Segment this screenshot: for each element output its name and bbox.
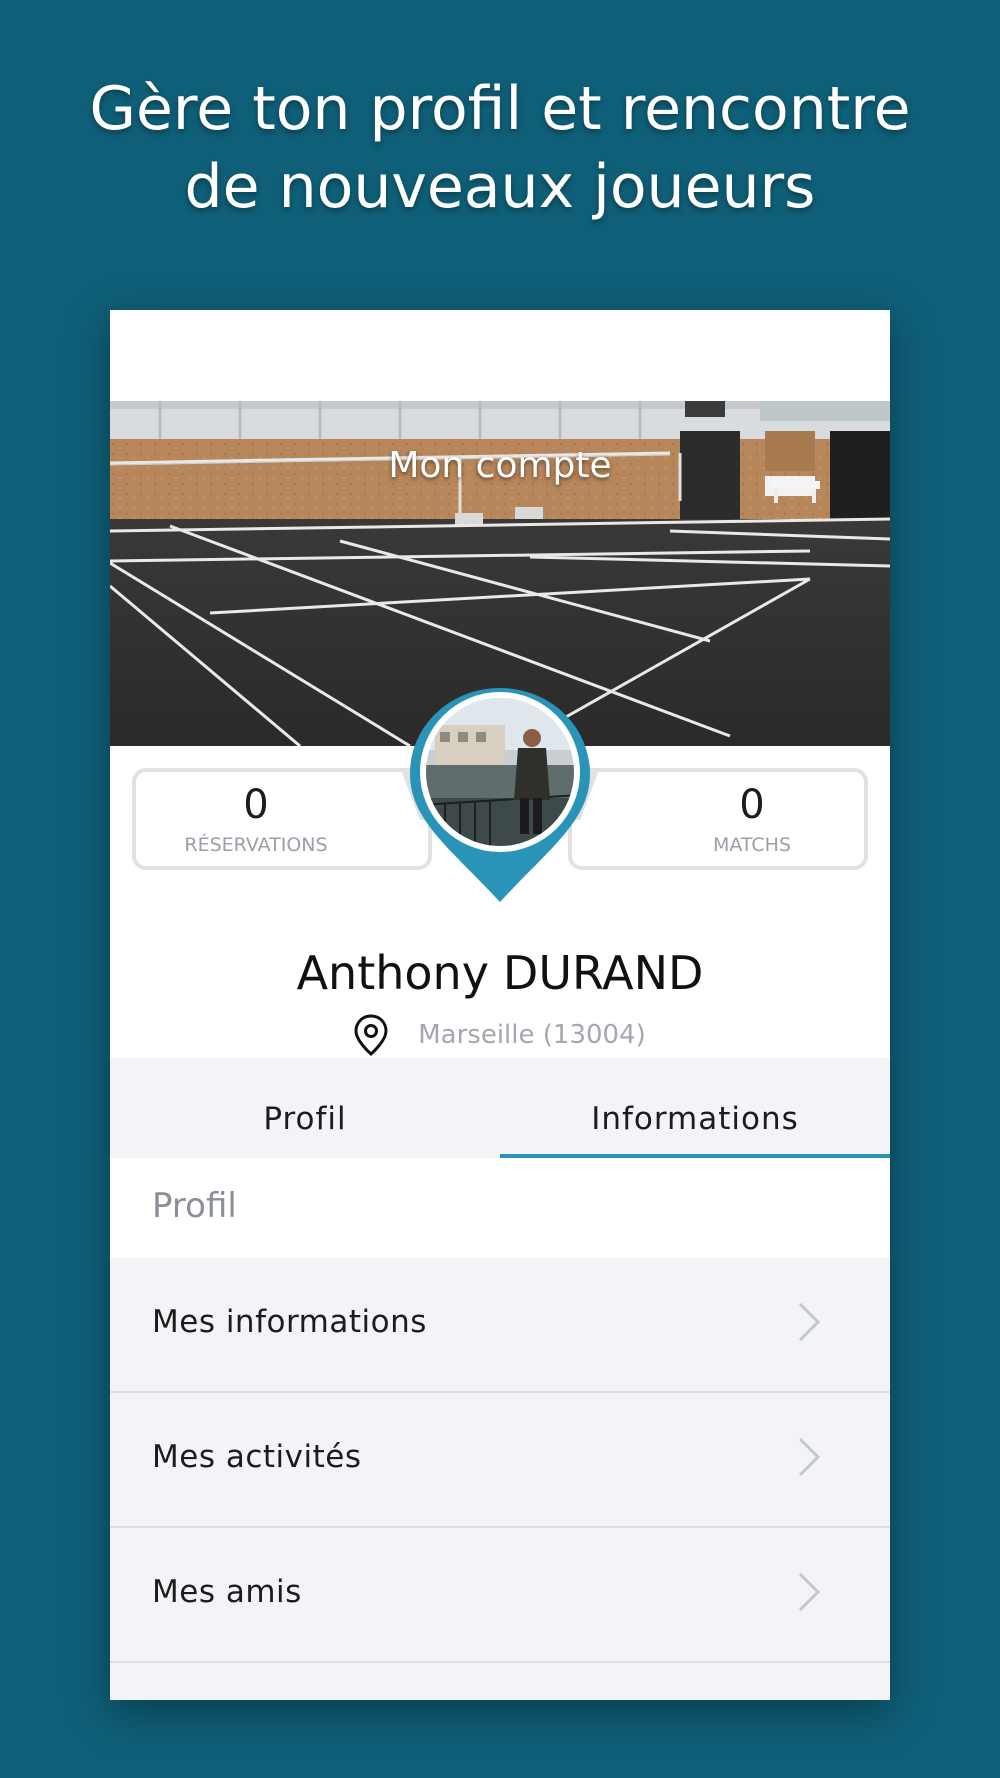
chevron-right-icon [798, 1437, 821, 1477]
reservations-stat[interactable]: 0 RÉSERVATIONS [132, 768, 432, 870]
matchs-label: MATCHS [712, 834, 792, 856]
reservations-count: 0 [243, 782, 269, 828]
matchs-stat[interactable]: 0 MATCHS [568, 768, 868, 870]
menu-item-mes-activites[interactable]: Mes activités [110, 1393, 890, 1528]
hero-title: Mon compte [388, 445, 612, 486]
headline-line-2: de nouveaux joueurs [184, 152, 816, 222]
menu-list-end [110, 1663, 890, 1700]
chevron-right-icon [798, 1572, 821, 1612]
map-pin-icon [354, 1014, 388, 1056]
top-app-bar [110, 310, 890, 401]
matchs-count: 0 [739, 782, 765, 828]
menu-item-label: Mes informations [152, 1304, 427, 1340]
menu-item-mes-informations[interactable]: Mes informations [110, 1258, 890, 1393]
section-header: Profil [110, 1158, 890, 1258]
user-first-name: Anthony [296, 946, 489, 1000]
promo-headline: Gère ton profil et rencontre de nouveaux… [40, 70, 960, 226]
menu-item-mes-amis[interactable]: Mes amis [110, 1528, 890, 1663]
phone-screen: Mon compte 0 RÉSERVATIONS 0 MATCHS Antho… [110, 310, 890, 1700]
chevron-right-icon [798, 1302, 821, 1342]
section-title: Profil [152, 1186, 237, 1226]
user-last-name: DURAND [502, 946, 704, 1000]
user-location: Marseille (13004) [110, 1014, 890, 1056]
headline-line-1: Gère ton profil et rencontre [89, 74, 911, 144]
avatar[interactable] [400, 680, 600, 910]
profile-tabs: Profil Informations [110, 1058, 890, 1158]
user-name: Anthony DURAND [110, 946, 890, 1000]
location-text: Marseille (13004) [418, 1020, 646, 1050]
tab-profil[interactable]: Profil [110, 1058, 500, 1158]
reservations-label: RÉSERVATIONS [184, 834, 328, 856]
menu-item-label: Mes amis [152, 1574, 302, 1610]
tab-informations[interactable]: Informations [500, 1058, 890, 1158]
menu-item-label: Mes activités [152, 1439, 362, 1475]
